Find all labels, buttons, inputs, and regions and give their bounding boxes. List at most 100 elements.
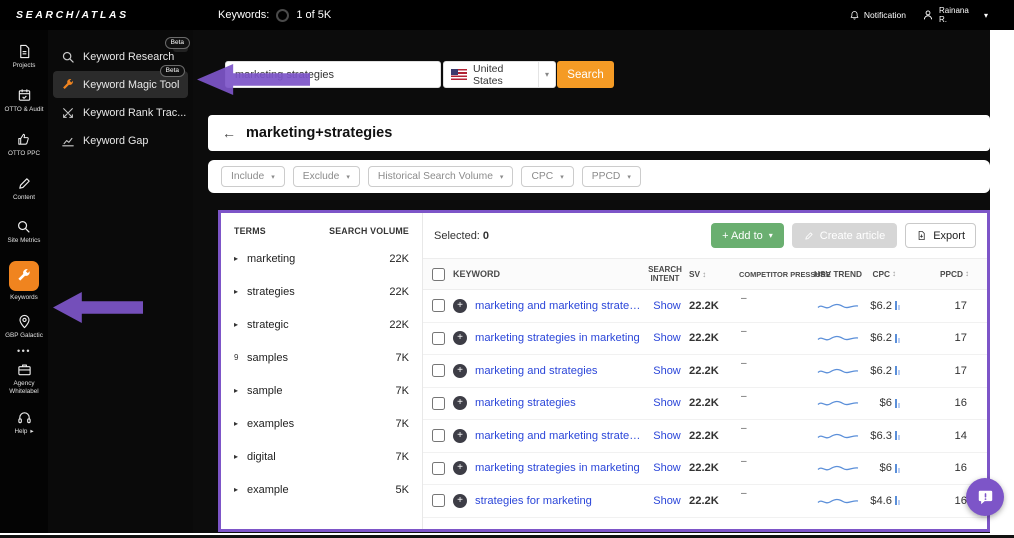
ppcd-value: 16 — [900, 462, 987, 474]
row-checkbox[interactable] — [432, 429, 445, 442]
row-checkbox[interactable] — [432, 364, 445, 377]
term-label: digital — [247, 451, 276, 463]
rail-item-content[interactable]: Content — [13, 176, 35, 202]
rail-item-site-metrics[interactable]: Site Metrics — [8, 219, 41, 245]
expand-caret-icon[interactable]: ▸ — [234, 386, 247, 395]
term-row[interactable]: ▸ digital 7K — [234, 440, 409, 473]
circle-plus-icon[interactable]: + — [453, 429, 467, 443]
keyword-link[interactable]: marketing and marketing strategies — [475, 300, 645, 312]
show-intent-link[interactable]: Show — [645, 430, 689, 442]
user-menu[interactable]: Rainana R. ▾ — [922, 6, 988, 24]
term-row[interactable]: ▸ marketing 22K — [234, 242, 409, 275]
selected-count: Selected:0 — [434, 230, 489, 242]
ppcd-value: 16 — [900, 397, 987, 409]
row-checkbox[interactable] — [432, 332, 445, 345]
term-row[interactable]: ▸ strategies 22K — [234, 275, 409, 308]
expand-caret-icon[interactable]: ▸ — [234, 254, 247, 263]
expand-caret-icon[interactable]: ▸ — [234, 485, 247, 494]
expand-caret-icon[interactable]: 9 — [234, 353, 247, 362]
circle-plus-icon[interactable]: + — [453, 331, 467, 345]
submenu-item-keyword-magic-tool[interactable]: Keyword Magic Tool Beta — [53, 71, 188, 98]
keyword-link[interactable]: marketing and marketing strategies — [475, 430, 645, 442]
term-row[interactable]: ▸ strategic 22K — [234, 308, 409, 341]
competitor-pressure-column-header[interactable]: COMPETITOR PRESSURE — [739, 270, 814, 279]
row-checkbox[interactable] — [432, 397, 445, 410]
term-volume: 7K — [396, 451, 409, 463]
expand-caret-icon[interactable]: ▸ — [234, 419, 247, 428]
show-intent-link[interactable]: Show — [645, 365, 689, 377]
circle-plus-icon[interactable]: + — [453, 396, 467, 410]
search-intent-column-header[interactable]: SEARCH INTENT — [645, 265, 685, 283]
filter-dropdown[interactable]: Historical Search Volume ▾ — [368, 166, 514, 187]
keyword-row: + marketing strategies Show 22.2K – $6 — [423, 388, 987, 421]
row-checkbox[interactable] — [432, 299, 445, 312]
cpc-column-header[interactable]: CPC ↕ — [862, 269, 900, 279]
rail-item-otto-audit[interactable]: OTTO & Audit — [4, 88, 43, 114]
show-intent-link[interactable]: Show — [645, 397, 689, 409]
briefcase-icon — [17, 362, 32, 377]
term-volume: 22K — [389, 286, 409, 298]
gap-chart-icon — [61, 134, 75, 148]
keyword-link[interactable]: marketing and strategies — [475, 365, 645, 377]
export-button[interactable]: Export — [905, 223, 976, 248]
filter-dropdown[interactable]: Include ▾ — [221, 166, 285, 187]
thumbs-up-icon — [16, 132, 31, 147]
caret-down-icon: ▾ — [769, 231, 773, 240]
circle-plus-icon[interactable]: + — [453, 461, 467, 475]
expand-caret-icon[interactable]: ▸ — [234, 452, 247, 461]
circle-plus-icon[interactable]: + — [453, 494, 467, 508]
create-article-button[interactable]: Create article — [792, 223, 897, 248]
filter-dropdown[interactable]: CPC ▾ — [521, 166, 573, 187]
search-button[interactable]: Search — [557, 61, 614, 88]
term-row[interactable]: 9 samples 7K — [234, 341, 409, 374]
keyword-row: + marketing and strategies Show 22.2K – … — [423, 355, 987, 388]
rail-item-agency-whitelabel[interactable]: Agency Whitelabel — [3, 362, 45, 396]
row-checkbox[interactable] — [432, 462, 445, 475]
rail-item-help[interactable]: Help ▸ — [14, 410, 33, 436]
sv-column-header[interactable]: SV ↕ — [689, 269, 739, 279]
page-title: marketing+strategies — [246, 125, 392, 141]
expand-caret-icon[interactable]: ▸ — [234, 287, 247, 296]
keyword-link[interactable]: marketing strategies — [475, 397, 645, 409]
support-chat-button[interactable] — [966, 478, 1004, 516]
cpc-cell: $6.2 — [862, 332, 900, 344]
notification-button[interactable]: Notification — [849, 10, 906, 21]
submenu-item-keyword-rank-tracker[interactable]: Keyword Rank Trac... — [48, 99, 193, 126]
rail-item-more[interactable]: ••• — [17, 346, 31, 356]
select-all-checkbox[interactable] — [432, 268, 445, 281]
show-intent-link[interactable]: Show — [645, 332, 689, 344]
caret-down-icon: ▾ — [984, 11, 988, 20]
term-volume: 7K — [396, 352, 409, 364]
circle-plus-icon[interactable]: + — [453, 299, 467, 313]
back-arrow-icon[interactable]: ← — [222, 125, 236, 141]
keyword-column-header[interactable]: KEYWORD — [453, 269, 645, 279]
show-intent-link[interactable]: Show — [645, 495, 689, 507]
filter-dropdown[interactable]: PPCD ▾ — [582, 166, 641, 187]
ppcd-column-header[interactable]: PPCD ↕ — [900, 269, 987, 279]
term-row[interactable]: ▸ sample 7K — [234, 374, 409, 407]
rail-item-keywords[interactable]: Keywords — [9, 261, 39, 302]
results-table-body: + marketing and marketing strategies Sho… — [423, 290, 987, 518]
term-row[interactable]: ▸ examples 7K — [234, 407, 409, 440]
rail-label: Help — [14, 428, 27, 436]
pencil-icon — [804, 231, 814, 241]
show-intent-link[interactable]: Show — [645, 462, 689, 474]
sort-icon: ↕ — [702, 270, 706, 279]
term-label: marketing — [247, 253, 295, 265]
keyword-link[interactable]: marketing strategies in marketing — [475, 462, 645, 474]
term-row[interactable]: ▸ example 5K — [234, 473, 409, 506]
expand-caret-icon[interactable]: ▸ — [234, 320, 247, 329]
keyword-link[interactable]: marketing strategies in marketing — [475, 332, 645, 344]
circle-plus-icon[interactable]: + — [453, 364, 467, 378]
filter-dropdown[interactable]: Exclude ▾ — [293, 166, 360, 187]
caret-down-icon: ▾ — [500, 173, 504, 181]
rail-item-gbp-galactic[interactable]: GBP Galactic — [5, 314, 43, 340]
submenu-item-keyword-gap[interactable]: Keyword Gap — [48, 127, 193, 154]
add-to-button[interactable]: + Add to ▾ — [711, 223, 784, 248]
keyword-link[interactable]: strategies for marketing — [475, 495, 645, 507]
rail-item-otto-ppc[interactable]: OTTO PPC — [8, 132, 40, 158]
row-checkbox[interactable] — [432, 494, 445, 507]
show-intent-link[interactable]: Show — [645, 300, 689, 312]
country-select[interactable]: United States ▾ — [443, 61, 556, 88]
rail-item-projects[interactable]: Projects — [13, 44, 36, 70]
